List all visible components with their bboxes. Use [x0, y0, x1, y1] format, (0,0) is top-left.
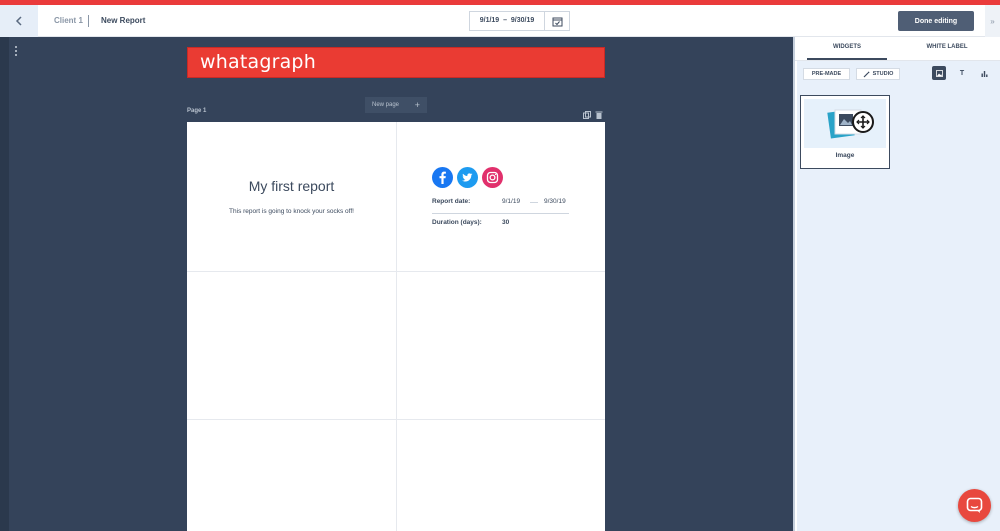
- chat-button[interactable]: [958, 489, 991, 522]
- text-icon: T: [959, 69, 965, 77]
- premade-button[interactable]: PRE-MADE: [803, 68, 850, 80]
- report-date-to: 9/30/19: [544, 198, 566, 205]
- date-range-dash: –: [501, 17, 511, 24]
- duration-value: 30: [502, 219, 510, 226]
- report-page: My first report This report is going to …: [187, 122, 605, 531]
- widget-image-preview: [804, 99, 886, 148]
- left-rail: [0, 37, 9, 531]
- page-tools: [583, 106, 603, 119]
- facebook-icon: [432, 167, 453, 188]
- widget-image-label: Image: [835, 152, 855, 159]
- filter-chart-button[interactable]: [977, 66, 991, 80]
- chevron-left-icon: [15, 16, 22, 26]
- twitter-icon: [457, 167, 478, 188]
- date-dash: [530, 202, 538, 203]
- breadcrumb-report-title[interactable]: New Report: [101, 5, 145, 37]
- widget-filter-toolbar: PRE-MADE STUDIO T: [797, 61, 1000, 87]
- report-title[interactable]: My first report: [187, 178, 396, 194]
- breadcrumb-separator: [88, 15, 89, 27]
- plus-icon: +: [414, 100, 420, 110]
- date-to: 9/30/19: [510, 17, 535, 24]
- more-options-icon[interactable]: [13, 46, 19, 58]
- new-page-label: New page: [372, 102, 400, 108]
- widget-image-card[interactable]: Image: [800, 95, 890, 169]
- new-page-button[interactable]: New page +: [365, 97, 427, 113]
- social-icons: [432, 167, 503, 188]
- date-range-text[interactable]: 9/1/19 – 9/30/19: [470, 12, 544, 30]
- chat-bubble-icon: [966, 497, 983, 513]
- top-bar: Client 1 New Report 9/1/19 – 9/30/19 Don…: [0, 5, 1000, 37]
- info-divider: [432, 213, 569, 214]
- breadcrumb-client[interactable]: Client 1: [54, 5, 83, 37]
- grid-divider-vertical: [396, 122, 397, 531]
- done-editing-button[interactable]: Done editing: [898, 11, 974, 31]
- calendar-check-icon: [552, 17, 562, 26]
- report-date-from: 9/1/19: [502, 198, 521, 205]
- back-button[interactable]: [0, 5, 38, 37]
- widgets-sidebar: WIDGETS WHITE LABEL PRE-MADE STUDIO T Im…: [793, 37, 1000, 531]
- page-label: Page 1: [187, 108, 207, 114]
- delete-page-icon[interactable]: [595, 106, 603, 119]
- image-icon: [935, 69, 943, 77]
- duplicate-page-icon[interactable]: [583, 106, 591, 119]
- sidebar-tabs: WIDGETS WHITE LABEL: [795, 37, 1000, 61]
- studio-button[interactable]: STUDIO: [856, 68, 900, 80]
- collapse-panel-button[interactable]: »: [985, 5, 1000, 37]
- bar-chart-icon: [981, 70, 987, 77]
- grid-divider-horizontal: [187, 419, 605, 420]
- brand-banner[interactable]: whatagraph: [187, 47, 605, 78]
- magic-wand-icon: [863, 71, 870, 77]
- filter-text-button[interactable]: T: [955, 66, 969, 80]
- instagram-icon: [482, 167, 503, 188]
- studio-label: STUDIO: [872, 71, 894, 77]
- report-date-label: Report date:: [432, 198, 471, 205]
- date-range-picker[interactable]: 9/1/19 – 9/30/19: [469, 11, 570, 31]
- brand-logo-text: whatagraph: [200, 51, 316, 73]
- tab-widgets[interactable]: WIDGETS: [807, 37, 887, 60]
- report-subtitle[interactable]: This report is going to knock your socks…: [187, 208, 396, 215]
- filter-image-button[interactable]: [932, 66, 946, 80]
- date-from: 9/1/19: [479, 17, 500, 24]
- duration-label: Duration (days):: [432, 219, 482, 226]
- image-widget-icon: [827, 109, 874, 139]
- tab-white-label[interactable]: WHITE LABEL: [907, 37, 987, 60]
- grid-divider-horizontal: [187, 271, 605, 272]
- calendar-button[interactable]: [545, 12, 569, 30]
- double-chevron-icon: »: [990, 16, 995, 26]
